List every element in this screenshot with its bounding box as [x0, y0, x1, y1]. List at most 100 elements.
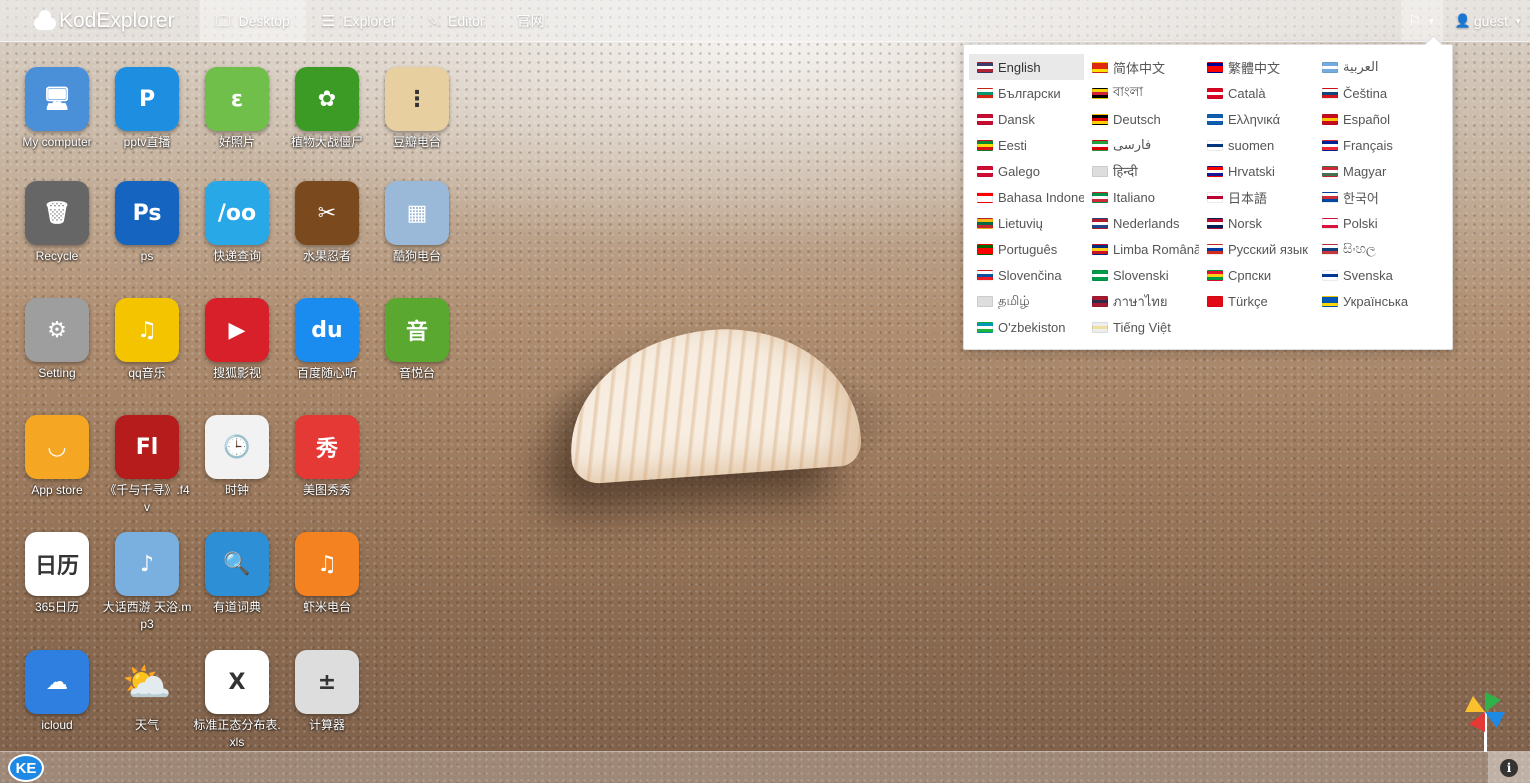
desktop-item[interactable]: du 百度随心听	[282, 298, 372, 382]
pinwheel-icon[interactable]	[1463, 690, 1507, 752]
desktop-item[interactable]: ♪ 大话西游 天浴.mp3	[102, 532, 192, 633]
language-option[interactable]: 繁體中文	[1199, 54, 1314, 80]
desktop-item[interactable]: 🔍 有道词典	[192, 532, 282, 616]
language-option[interactable]: العربية	[1314, 54, 1429, 80]
desktop-item-label: 计算器	[308, 718, 345, 732]
language-option[interactable]: Català	[1199, 80, 1314, 106]
language-label: Български	[998, 85, 1061, 101]
language-option[interactable]: Nederlands	[1084, 210, 1199, 236]
desktop-item[interactable]: ◡ App store	[12, 415, 102, 499]
language-option[interactable]: Hrvatski	[1199, 158, 1314, 184]
desktop-item-label: App store	[31, 483, 83, 497]
desktop-item-label: 水果忍者	[302, 249, 351, 263]
language-option[interactable]: Deutsch	[1084, 106, 1199, 132]
language-option[interactable]: suomen	[1199, 132, 1314, 158]
language-option[interactable]: Português	[969, 236, 1084, 262]
desktop-item-label: 百度随心听	[296, 366, 357, 380]
desktop-item[interactable]: ▦ 酷狗电台	[372, 181, 462, 265]
language-option[interactable]: Galego	[969, 158, 1084, 184]
desktop-item[interactable]: 🕒 时钟	[192, 415, 282, 499]
desktop-item[interactable]: 日历 365日历	[12, 532, 102, 616]
desktop-item[interactable]: ± 计算器	[282, 650, 372, 734]
desktop-item[interactable]: ☁ icloud	[12, 650, 102, 734]
desktop-item[interactable]: ⋮ 豆瓣电台	[372, 67, 462, 151]
language-label: العربية	[1343, 59, 1379, 74]
desktop-item-label: 美图秀秀	[302, 483, 351, 497]
language-option[interactable]: Slovenski	[1084, 262, 1199, 288]
nav-tab-1[interactable]: ☰ Explorer	[306, 0, 412, 42]
language-option[interactable]: Italiano	[1084, 184, 1199, 210]
language-option[interactable]: Dansk	[969, 106, 1084, 132]
nav-tab-2[interactable]: ✎ Editor	[411, 0, 500, 42]
language-option[interactable]: Български	[969, 80, 1084, 106]
desktop-item[interactable]: 🖥 My computer	[12, 67, 102, 151]
nav-tab-0[interactable]: 🖵 Desktop	[200, 0, 306, 42]
language-option[interactable]: 한국어	[1314, 184, 1429, 210]
desktop-item[interactable]: ♫ 虾米电台	[282, 532, 372, 616]
language-option[interactable]: සිංහල	[1314, 236, 1429, 262]
clock-icon: 🕒	[205, 415, 269, 479]
brand-logo[interactable]: KodExplorer	[34, 8, 175, 34]
desktop-item[interactable]: ε 好照片	[192, 67, 282, 151]
info-button[interactable]: i	[1488, 752, 1530, 783]
language-option[interactable]: Eesti	[969, 132, 1084, 158]
language-label: Српски	[1228, 267, 1272, 283]
language-label: বাংলা	[1113, 83, 1144, 99]
desktop-item[interactable]: 🗑 Recycle	[12, 181, 102, 265]
language-option[interactable]: Norsk	[1199, 210, 1314, 236]
language-option[interactable]: Lietuvių	[969, 210, 1084, 236]
desktop-item[interactable]: ✂ 水果忍者	[282, 181, 372, 265]
language-label: Français	[1343, 137, 1393, 153]
language-label: Català	[1228, 85, 1266, 101]
language-option[interactable]: Tiếng Việt	[1084, 314, 1199, 340]
desktop-item-label: 《千与千寻》.f4v	[104, 483, 190, 514]
language-option[interactable]: فارسی	[1084, 132, 1199, 158]
language-option[interactable]: தமிழ்	[969, 288, 1084, 314]
desktop-item[interactable]: ⛅ 天气	[102, 650, 192, 734]
country-flag-icon	[1092, 217, 1108, 229]
desktop-item[interactable]: ♫ qq音乐	[102, 298, 192, 382]
desktop-item[interactable]: ▶ 搜狐影视	[192, 298, 282, 382]
desktop-item[interactable]: /oo 快递查询	[192, 181, 282, 265]
language-option[interactable]: Ελληνικά	[1199, 106, 1314, 132]
desktop-item[interactable]: X 标准正态分布表.xls	[192, 650, 282, 751]
desktop-item[interactable]: ⚙ Setting	[12, 298, 102, 382]
language-option[interactable]: English	[969, 54, 1084, 80]
language-button[interactable]: ⚐ ▼	[1400, 0, 1443, 42]
language-option[interactable]: Türkçe	[1199, 288, 1314, 314]
language-option[interactable]: Polski	[1314, 210, 1429, 236]
language-option[interactable]: ภาษาไทย	[1084, 288, 1199, 314]
language-option[interactable]: Español	[1314, 106, 1429, 132]
language-option[interactable]: Українська	[1314, 288, 1429, 314]
user-menu-button[interactable]: 👤 guest ▼	[1443, 0, 1530, 42]
country-flag-icon	[1092, 191, 1108, 203]
desktop-item-label: Recycle	[35, 249, 79, 263]
language-option[interactable]: বাংলা	[1084, 80, 1199, 106]
desktop-item[interactable]: Ppptv直播	[102, 67, 192, 151]
language-option[interactable]: O'zbekiston	[969, 314, 1084, 340]
desktop-item[interactable]: 音音悦台	[372, 298, 462, 382]
language-option[interactable]: Svenska	[1314, 262, 1429, 288]
trash-icon: 🗑	[25, 181, 89, 245]
language-option[interactable]: Čeština	[1314, 80, 1429, 106]
language-option[interactable]: Bahasa Indone	[969, 184, 1084, 210]
language-option[interactable]: हिन्दी	[1084, 158, 1199, 184]
language-option[interactable]: Français	[1314, 132, 1429, 158]
language-option[interactable]: Limba Română	[1084, 236, 1199, 262]
country-flag-icon	[977, 269, 993, 281]
icloud-icon: ☁	[25, 650, 89, 714]
language-option[interactable]: Српски	[1199, 262, 1314, 288]
desktop-item-label: 365日历	[34, 600, 80, 614]
language-option[interactable]: Русский язык	[1199, 236, 1314, 262]
desktop-item[interactable]: 秀美图秀秀	[282, 415, 372, 499]
language-option[interactable]: 简体中文	[1084, 54, 1199, 80]
desktop-item[interactable]: Fl 《千与千寻》.f4v	[102, 415, 192, 516]
desktop-item[interactable]: ✿ 植物大战僵尸	[282, 67, 372, 151]
excel-file-icon: X	[205, 650, 269, 714]
start-button[interactable]: KE	[8, 754, 44, 782]
nav-tab-3[interactable]: 官网	[501, 0, 561, 42]
language-option[interactable]: Magyar	[1314, 158, 1429, 184]
language-option[interactable]: Slovenčina	[969, 262, 1084, 288]
language-option[interactable]: 日本語	[1199, 184, 1314, 210]
desktop-item[interactable]: Ps ps	[102, 181, 192, 265]
